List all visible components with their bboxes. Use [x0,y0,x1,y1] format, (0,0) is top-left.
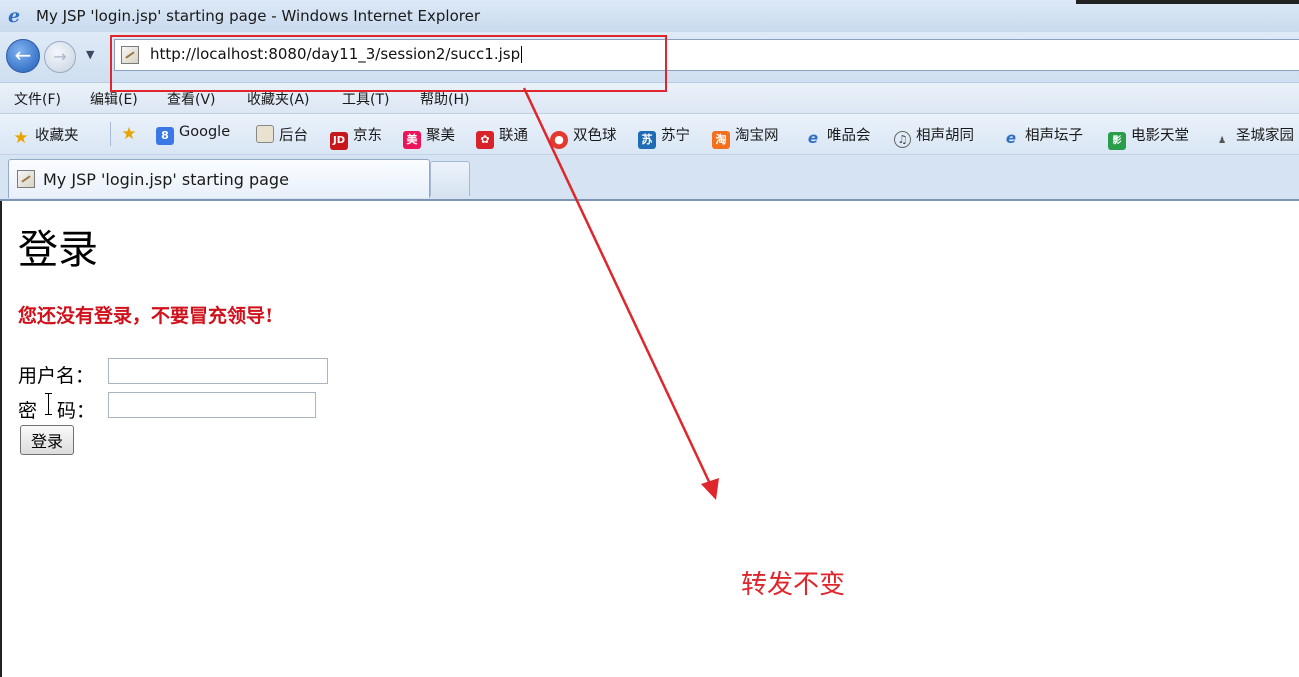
recent-pages-dropdown-icon[interactable]: ▼ [86,48,94,61]
tab-current-page[interactable]: My JSP 'login.jsp' starting page [8,159,430,198]
favorite-jumei[interactable]: 美聚美 [403,124,455,149]
forward-arrow-icon: → [53,47,67,66]
favorite-suning[interactable]: 苏苏宁 [638,124,690,149]
add-to-favorites-button[interactable]: ★ [120,124,143,143]
google-icon: 8 [156,127,174,145]
tab-title: My JSP 'login.jsp' starting page [43,170,289,189]
page-viewport: 登录 您还没有登录，不要冒充领导! 用户名： 密码： 登录 [0,201,1299,677]
favorites-button[interactable]: ★ 收藏夹 [12,124,78,148]
favorite-taobao[interactable]: 淘淘宝网 [712,124,779,149]
page-icon [121,46,139,64]
favorite-jd[interactable]: JD 京东 [330,124,382,150]
lottery-icon: ● [550,131,568,149]
audio-icon: ♫ [894,131,911,148]
ie-page-icon: e [807,129,819,147]
page-heading: 登录 [18,227,98,273]
title-bar: e My JSP 'login.jsp' starting page - Win… [0,0,1299,33]
jd-icon: JD [330,132,348,150]
favorite-liantong[interactable]: ✿ 联通 [476,124,528,149]
star-icon: ★ [13,128,29,148]
username-input[interactable] [108,358,328,384]
ie-page-icon: e [1005,129,1017,147]
text-cursor-icon [45,393,53,415]
favorite-dianying-tiantang[interactable]: 影电影天堂 [1108,124,1189,150]
favorites-separator [110,122,111,146]
favorite-xiangsheng-hutong[interactable]: ♫ 相声胡同 [894,124,974,148]
new-tab-button[interactable] [430,161,470,196]
password-input[interactable] [108,392,316,418]
favorite-google[interactable]: 8 Google [156,124,230,145]
login-warning-message: 您还没有登录，不要冒充领导! [18,305,274,327]
movie-icon: 影 [1108,132,1126,150]
favorite-shengcheng-jiayuan[interactable]: ♟ 圣城家园 [1213,124,1294,150]
jumei-icon: 美 [403,131,421,149]
tab-bar: My JSP 'login.jsp' starting page [0,155,1299,201]
favorite-xiangsheng-tanzi[interactable]: e 相声坛子 [1002,124,1083,147]
password-label: 密码： [18,400,96,422]
taobao-icon: 淘 [712,131,730,149]
back-arrow-icon: ← [14,43,32,67]
menu-view[interactable]: 查看(V) [167,89,216,109]
favorite-houtai[interactable]: 后台 [256,124,308,145]
menu-bar: 文件(F) 编辑(E) 查看(V) 收藏夹(A) 工具(T) 帮助(H) [0,83,1299,114]
background-window-edge [1076,0,1299,4]
window-title: My JSP 'login.jsp' starting page - Windo… [36,7,480,25]
annotation-label: 转发不变 [741,570,846,600]
menu-edit[interactable]: 编辑(E) [90,89,138,109]
navigation-bar: ← → ▼ http://localhost:8080/day11_3/sess… [0,32,1299,83]
page-icon [256,125,274,143]
favorite-vip[interactable]: e 唯品会 [804,124,871,147]
address-bar[interactable]: http://localhost:8080/day11_3/session2/s… [114,39,1299,71]
unicom-icon: ✿ [476,131,494,149]
text-caret [521,46,523,63]
username-label: 用户名： [18,365,95,387]
menu-help[interactable]: 帮助(H) [420,89,469,109]
login-button[interactable]: 登录 [20,425,74,455]
add-star-icon: ★ [121,124,137,144]
page-icon [17,170,35,188]
menu-favorites[interactable]: 收藏夹(A) [247,89,310,109]
menu-tools[interactable]: 工具(T) [342,89,389,109]
favorites-bar: ★ 收藏夹 ★ 8 Google 后台 JD 京东 美聚美 ✿ 联通 ● 双色球 苏苏宁 … [0,114,1299,155]
favorite-shuangseqiu[interactable]: ● 双色球 [550,124,617,149]
address-input[interactable]: http://localhost:8080/day11_3/session2/s… [150,45,523,63]
internet-explorer-icon: e [8,5,21,27]
back-button[interactable]: ← [6,39,40,73]
menu-file[interactable]: 文件(F) [14,89,61,109]
suning-icon: 苏 [638,131,656,149]
forward-button[interactable]: → [44,41,76,73]
forum-icon: ♟ [1217,136,1227,146]
